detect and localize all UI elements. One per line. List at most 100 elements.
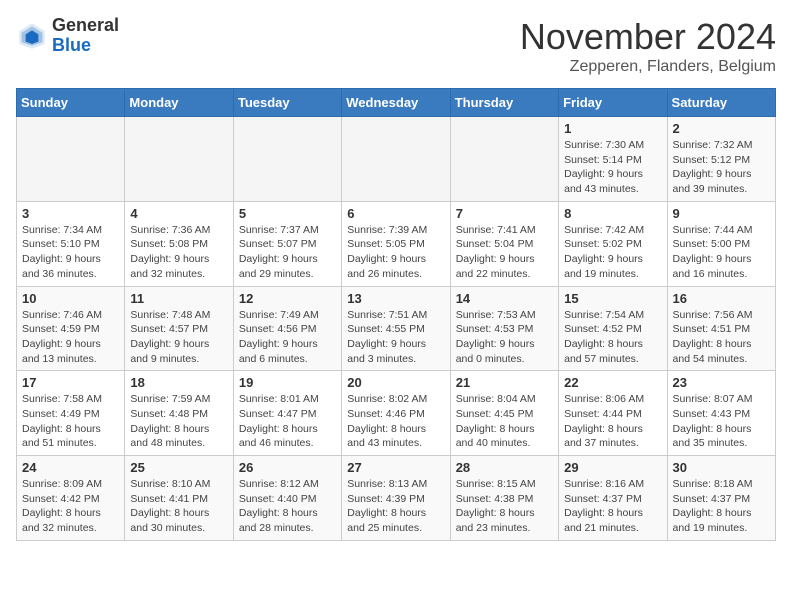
logo: General Blue xyxy=(16,16,119,56)
day-cell: 21 Sunrise: 8:04 AM Sunset: 4:45 PM Dayli… xyxy=(450,371,558,456)
day-cell: 29 Sunrise: 8:16 AM Sunset: 4:37 PM Dayli… xyxy=(559,456,667,541)
day-number: 3 xyxy=(22,206,119,221)
header-cell-wednesday: Wednesday xyxy=(342,89,450,117)
day-cell: 22 Sunrise: 8:06 AM Sunset: 4:44 PM Dayli… xyxy=(559,371,667,456)
header-cell-sunday: Sunday xyxy=(17,89,125,117)
day-number: 21 xyxy=(456,375,553,390)
day-number: 6 xyxy=(347,206,444,221)
day-cell: 23 Sunrise: 8:07 AM Sunset: 4:43 PM Dayli… xyxy=(667,371,775,456)
day-number: 12 xyxy=(239,291,336,306)
day-info: Sunrise: 8:09 AM Sunset: 4:42 PM Dayligh… xyxy=(22,477,119,536)
calendar-header: SundayMondayTuesdayWednesdayThursdayFrid… xyxy=(17,89,776,117)
day-info: Sunrise: 8:02 AM Sunset: 4:46 PM Dayligh… xyxy=(347,392,444,451)
day-number: 25 xyxy=(130,460,227,475)
day-info: Sunrise: 7:51 AM Sunset: 4:55 PM Dayligh… xyxy=(347,308,444,367)
day-cell: 18Sunrise: 7:59 AM Sunset: 4:48 PM Dayli… xyxy=(125,371,233,456)
day-number: 10 xyxy=(22,291,119,306)
day-cell xyxy=(17,117,125,202)
day-info: Sunrise: 7:39 AM Sunset: 5:05 PM Dayligh… xyxy=(347,223,444,282)
day-info: Sunrise: 7:58 AM Sunset: 4:49 PM Dayligh… xyxy=(22,392,119,451)
day-cell: 10 Sunrise: 7:46 AM Sunset: 4:59 PM Dayli… xyxy=(17,286,125,371)
day-info: Sunrise: 8:04 AM Sunset: 4:45 PM Dayligh… xyxy=(456,392,553,451)
day-info: Sunrise: 7:37 AM Sunset: 5:07 PM Dayligh… xyxy=(239,223,336,282)
day-number: 22 xyxy=(564,375,661,390)
logo-general-text: General xyxy=(52,16,119,36)
day-cell: 5 Sunrise: 7:37 AM Sunset: 5:07 PM Daylig… xyxy=(233,201,341,286)
logo-blue-text: Blue xyxy=(52,36,119,56)
day-info: Sunrise: 7:48 AM Sunset: 4:57 PM Dayligh… xyxy=(130,308,227,367)
day-info: Sunrise: 8:10 AM Sunset: 4:41 PM Dayligh… xyxy=(130,477,227,536)
day-number: 5 xyxy=(239,206,336,221)
day-number: 23 xyxy=(673,375,770,390)
day-cell: 16Sunrise: 7:56 AM Sunset: 4:51 PM Dayli… xyxy=(667,286,775,371)
day-number: 4 xyxy=(130,206,227,221)
day-info: Sunrise: 8:12 AM Sunset: 4:40 PM Dayligh… xyxy=(239,477,336,536)
header-cell-tuesday: Tuesday xyxy=(233,89,341,117)
day-number: 9 xyxy=(673,206,770,221)
day-number: 15 xyxy=(564,291,661,306)
day-cell: 13 Sunrise: 7:51 AM Sunset: 4:55 PM Dayli… xyxy=(342,286,450,371)
day-info: Sunrise: 7:32 AM Sunset: 5:12 PM Dayligh… xyxy=(673,138,770,197)
logo-icon xyxy=(16,20,48,52)
day-info: Sunrise: 7:42 AM Sunset: 5:02 PM Dayligh… xyxy=(564,223,661,282)
day-info: Sunrise: 8:13 AM Sunset: 4:39 PM Dayligh… xyxy=(347,477,444,536)
day-info: Sunrise: 7:34 AM Sunset: 5:10 PM Dayligh… xyxy=(22,223,119,282)
day-info: Sunrise: 7:46 AM Sunset: 4:59 PM Dayligh… xyxy=(22,308,119,367)
day-cell: 25 Sunrise: 8:10 AM Sunset: 4:41 PM Dayli… xyxy=(125,456,233,541)
day-cell xyxy=(233,117,341,202)
day-info: Sunrise: 7:44 AM Sunset: 5:00 PM Dayligh… xyxy=(673,223,770,282)
day-info: Sunrise: 7:41 AM Sunset: 5:04 PM Dayligh… xyxy=(456,223,553,282)
day-cell: 7Sunrise: 7:41 AM Sunset: 5:04 PM Daylig… xyxy=(450,201,558,286)
day-number: 20 xyxy=(347,375,444,390)
day-info: Sunrise: 8:18 AM Sunset: 4:37 PM Dayligh… xyxy=(673,477,770,536)
day-info: Sunrise: 7:36 AM Sunset: 5:08 PM Dayligh… xyxy=(130,223,227,282)
location-subtitle: Zepperen, Flanders, Belgium xyxy=(520,58,776,76)
day-number: 27 xyxy=(347,460,444,475)
header-cell-monday: Monday xyxy=(125,89,233,117)
day-cell: 9 Sunrise: 7:44 AM Sunset: 5:00 PM Daylig… xyxy=(667,201,775,286)
day-cell: 26 Sunrise: 8:12 AM Sunset: 4:40 PM Dayli… xyxy=(233,456,341,541)
header-cell-friday: Friday xyxy=(559,89,667,117)
day-info: Sunrise: 8:01 AM Sunset: 4:47 PM Dayligh… xyxy=(239,392,336,451)
week-row-2: 3 Sunrise: 7:34 AM Sunset: 5:10 PM Daylig… xyxy=(17,201,776,286)
day-number: 2 xyxy=(673,121,770,136)
day-number: 18 xyxy=(130,375,227,390)
day-number: 19 xyxy=(239,375,336,390)
day-info: Sunrise: 7:56 AM Sunset: 4:51 PM Dayligh… xyxy=(673,308,770,367)
week-row-3: 10 Sunrise: 7:46 AM Sunset: 4:59 PM Dayli… xyxy=(17,286,776,371)
day-info: Sunrise: 7:53 AM Sunset: 4:53 PM Dayligh… xyxy=(456,308,553,367)
month-title: November 2024 xyxy=(520,16,776,58)
day-cell: 19 Sunrise: 8:01 AM Sunset: 4:47 PM Dayli… xyxy=(233,371,341,456)
day-number: 14 xyxy=(456,291,553,306)
day-number: 11 xyxy=(130,291,227,306)
day-number: 8 xyxy=(564,206,661,221)
calendar-body: 1 Sunrise: 7:30 AM Sunset: 5:14 PM Daylig… xyxy=(17,117,776,541)
day-cell: 8 Sunrise: 7:42 AM Sunset: 5:02 PM Daylig… xyxy=(559,201,667,286)
day-number: 24 xyxy=(22,460,119,475)
day-number: 29 xyxy=(564,460,661,475)
day-number: 17 xyxy=(22,375,119,390)
day-cell: 14 Sunrise: 7:53 AM Sunset: 4:53 PM Dayli… xyxy=(450,286,558,371)
day-cell: 15Sunrise: 7:54 AM Sunset: 4:52 PM Dayli… xyxy=(559,286,667,371)
day-cell: 1 Sunrise: 7:30 AM Sunset: 5:14 PM Daylig… xyxy=(559,117,667,202)
day-number: 30 xyxy=(673,460,770,475)
header-cell-thursday: Thursday xyxy=(450,89,558,117)
day-info: Sunrise: 7:30 AM Sunset: 5:14 PM Dayligh… xyxy=(564,138,661,197)
day-number: 26 xyxy=(239,460,336,475)
day-info: Sunrise: 8:07 AM Sunset: 4:43 PM Dayligh… xyxy=(673,392,770,451)
header: General Blue November 2024 Zepperen, Fla… xyxy=(16,16,776,76)
day-cell xyxy=(125,117,233,202)
header-cell-saturday: Saturday xyxy=(667,89,775,117)
header-row: SundayMondayTuesdayWednesdayThursdayFrid… xyxy=(17,89,776,117)
day-cell: 2 Sunrise: 7:32 AM Sunset: 5:12 PM Daylig… xyxy=(667,117,775,202)
day-number: 13 xyxy=(347,291,444,306)
day-info: Sunrise: 8:16 AM Sunset: 4:37 PM Dayligh… xyxy=(564,477,661,536)
day-info: Sunrise: 8:15 AM Sunset: 4:38 PM Dayligh… xyxy=(456,477,553,536)
day-number: 1 xyxy=(564,121,661,136)
day-cell: 28Sunrise: 8:15 AM Sunset: 4:38 PM Dayli… xyxy=(450,456,558,541)
title-area: November 2024 Zepperen, Flanders, Belgiu… xyxy=(520,16,776,76)
day-cell: 4 Sunrise: 7:36 AM Sunset: 5:08 PM Daylig… xyxy=(125,201,233,286)
day-cell: 6 Sunrise: 7:39 AM Sunset: 5:05 PM Daylig… xyxy=(342,201,450,286)
day-cell: 3 Sunrise: 7:34 AM Sunset: 5:10 PM Daylig… xyxy=(17,201,125,286)
day-info: Sunrise: 8:06 AM Sunset: 4:44 PM Dayligh… xyxy=(564,392,661,451)
